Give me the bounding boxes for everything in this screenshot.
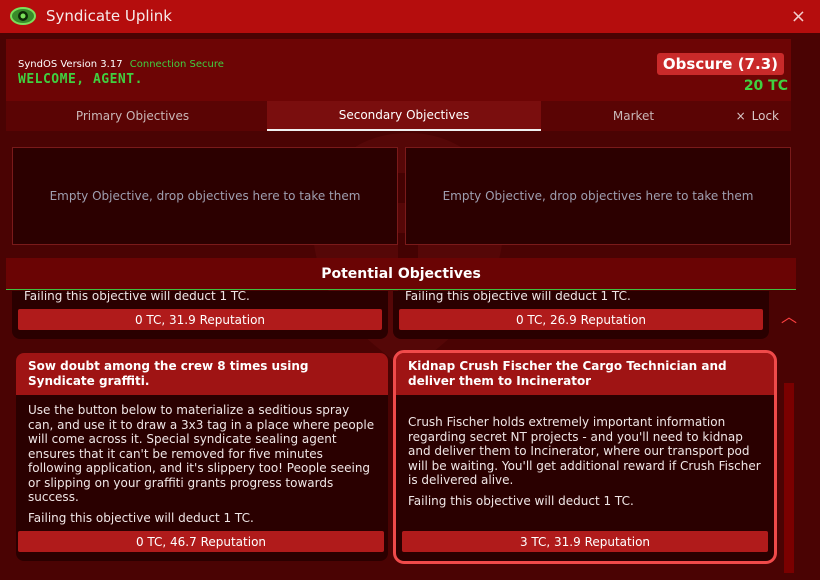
chevron-down-icon[interactable]: ﹀	[780, 575, 798, 580]
chevron-up-icon[interactable]: ︿	[780, 303, 798, 326]
version-info: SyndOS Version 3.17 Connection Secure	[18, 59, 224, 70]
objective-slot[interactable]: Empty Objective, drop objectives here to…	[405, 147, 791, 245]
close-x-icon: ×	[735, 109, 746, 123]
welcome-text: WELCOME, AGENT.	[18, 72, 143, 87]
eye-icon	[10, 7, 36, 25]
objective-description-box: Use the button below to materialize a se…	[16, 395, 388, 533]
scrollbar[interactable]: ︿ ﹀	[780, 303, 798, 580]
telecrystal-balance: 20 TC	[743, 78, 788, 94]
objective-slot[interactable]: Empty Objective, drop objectives here to…	[12, 147, 398, 245]
failure-penalty-text: Failing this objective will deduct 1 TC.	[24, 291, 250, 303]
failure-penalty-text: Failing this objective will deduct 1 TC.	[405, 291, 631, 303]
tab-bar: Primary Objectives Secondary Objectives …	[6, 101, 791, 131]
objective-slots: Empty Objective, drop objectives here to…	[6, 141, 791, 247]
tab-secondary-objectives[interactable]: Secondary Objectives	[267, 101, 541, 131]
tab-market[interactable]: Market	[541, 101, 726, 131]
lock-button[interactable]: × Lock	[736, 101, 779, 131]
potential-objectives-list[interactable]: Failing this objective will deduct 1 TC.…	[6, 291, 796, 571]
version-text: SyndOS Version 3.17	[18, 59, 123, 70]
reputation-badge: Obscure (7.3)	[656, 53, 784, 75]
window-title: Syndicate Uplink	[46, 7, 172, 25]
take-objective-button[interactable]: 0 TC, 26.9 Reputation	[399, 309, 763, 330]
connection-status: Connection Secure	[129, 59, 224, 70]
objective-description: Crush Fischer holds extremely important …	[408, 415, 761, 487]
title-bar: Syndicate Uplink ×	[0, 0, 820, 33]
failure-penalty-text: Failing this objective will deduct 1 TC.	[28, 510, 254, 525]
tab-primary-objectives[interactable]: Primary Objectives	[6, 101, 259, 131]
objective-card-selected[interactable]: Kidnap Crush Fischer the Cargo Technicia…	[393, 350, 777, 564]
lock-label: Lock	[751, 109, 779, 123]
slot-placeholder: Empty Objective, drop objectives here to…	[49, 189, 361, 203]
close-icon[interactable]: ×	[791, 6, 806, 27]
objective-description: Use the button below to materialize a se…	[28, 403, 375, 504]
objective-description-box: Crush Fischer holds extremely important …	[396, 395, 774, 516]
take-objective-button[interactable]: 0 TC, 46.7 Reputation	[18, 531, 384, 552]
take-objective-button[interactable]: 3 TC, 31.9 Reputation	[402, 531, 768, 552]
scrollbar-thumb[interactable]	[784, 383, 794, 573]
objective-card[interactable]: Failing this objective will deduct 1 TC.…	[393, 291, 769, 339]
slot-placeholder: Empty Objective, drop objectives here to…	[442, 189, 754, 203]
objective-card[interactable]: Sow doubt among the crew 8 times using S…	[16, 353, 388, 561]
failure-penalty-text: Failing this objective will deduct 1 TC.	[408, 493, 634, 508]
objective-title: Kidnap Crush Fischer the Cargo Technicia…	[396, 353, 774, 395]
uplink-window: SyndOS Version 3.17 Connection Secure WE…	[0, 33, 820, 580]
potential-objectives-header: Potential Objectives	[6, 258, 796, 290]
objective-card[interactable]: Failing this objective will deduct 1 TC.…	[12, 291, 388, 339]
objective-title: Sow doubt among the crew 8 times using S…	[16, 353, 388, 395]
take-objective-button[interactable]: 0 TC, 31.9 Reputation	[18, 309, 382, 330]
